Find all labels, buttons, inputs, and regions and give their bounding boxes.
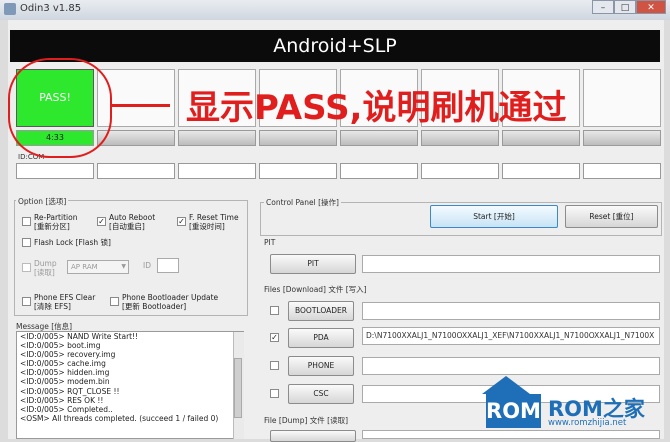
auto-reboot-label: Auto Reboot bbox=[109, 213, 156, 222]
flash-lock-checkbox[interactable] bbox=[22, 238, 31, 247]
start-button[interactable]: Start [开始] bbox=[430, 205, 558, 228]
pit-button[interactable]: PIT bbox=[270, 254, 356, 274]
csc-checkbox[interactable] bbox=[270, 389, 279, 398]
progress-bar-8 bbox=[583, 130, 661, 146]
maximize-button[interactable]: □ bbox=[614, 0, 636, 14]
f-reset-time-label: F. Reset Time bbox=[189, 213, 239, 222]
dump-id-label: ID bbox=[143, 261, 151, 270]
phone-efs-clear-label: Phone EFS Clear bbox=[34, 293, 96, 302]
annotation-line bbox=[112, 104, 170, 107]
reset-button[interactable]: Reset [重位] bbox=[565, 205, 658, 228]
log-line: <ID:0/005> RES OK !! bbox=[20, 395, 104, 405]
progress-bar-4 bbox=[259, 130, 337, 146]
pda-path-field[interactable]: D:\N7100XXALJ1_N7100OXXALJ1_XEF\N7100XXA… bbox=[362, 327, 660, 345]
pit-path-field[interactable] bbox=[362, 255, 660, 273]
auto-reboot-checkbox[interactable]: ✓ bbox=[97, 217, 106, 226]
idcom-box-8 bbox=[583, 163, 661, 179]
log-line: <ID:0/005> modem.bin bbox=[20, 377, 110, 387]
close-button[interactable]: ✕ bbox=[636, 0, 666, 14]
log-line: <OSM> All threads completed. (succeed 1 … bbox=[20, 413, 219, 423]
idcom-box-1 bbox=[16, 163, 94, 179]
log-line: <ID:0/005> RQT_CLOSE !! bbox=[20, 386, 120, 396]
control-panel-title: Control Panel [操作] bbox=[264, 197, 341, 208]
f-reset-time-label-cn: [重设时间] bbox=[189, 222, 225, 231]
idcom-box-4 bbox=[259, 163, 337, 179]
watermark-house-icon bbox=[482, 376, 530, 394]
log-line: <ID:0/005> recovery.img bbox=[20, 350, 116, 360]
idcom-box-7 bbox=[502, 163, 580, 179]
progress-bar-3 bbox=[178, 130, 256, 146]
flash-lock-label: Flash Lock [Flash 锁] bbox=[34, 238, 111, 247]
phone-path-field[interactable] bbox=[362, 357, 660, 375]
app-icon bbox=[4, 3, 16, 15]
pda-checkbox[interactable]: ✓ bbox=[270, 333, 279, 342]
repartition-label: Re-Partition bbox=[34, 213, 78, 222]
minimize-button[interactable]: – bbox=[592, 0, 614, 14]
f-reset-time-checkbox[interactable]: ✓ bbox=[177, 217, 186, 226]
bootloader-checkbox[interactable] bbox=[270, 306, 279, 315]
annotation-circle bbox=[8, 58, 112, 158]
files-title: Files [Download] 文件 [写入] bbox=[264, 285, 367, 294]
pit-title: PIT bbox=[264, 238, 276, 247]
auto-reboot-label-cn: [自动重启] bbox=[109, 222, 145, 231]
model-banner: Android+SLP bbox=[10, 30, 660, 62]
log-line: <ID:0/005> NAND Write Start!! bbox=[20, 332, 139, 341]
log-line: <ID:0/005> hidden.img bbox=[20, 368, 110, 378]
idcom-box-2 bbox=[97, 163, 175, 179]
chevron-down-icon: ▼ bbox=[121, 263, 126, 270]
idcom-box-6 bbox=[421, 163, 499, 179]
progress-bar-5 bbox=[340, 130, 418, 146]
title-bar bbox=[0, 0, 670, 20]
watermark-url: www.romzhijia.net bbox=[548, 418, 627, 428]
repartition-checkbox[interactable] bbox=[22, 217, 31, 226]
message-log: <ID:0/005> NAND Write Start!! <ID:0/005>… bbox=[16, 331, 244, 439]
window-title: Odin3 v1.85 bbox=[20, 3, 82, 14]
option-title: Option [选项] bbox=[16, 196, 69, 207]
dump-label-cn: [读取] bbox=[34, 268, 55, 277]
port-slot-8 bbox=[583, 69, 661, 127]
phone-bootloader-update-checkbox[interactable] bbox=[110, 297, 119, 306]
progress-bar-7 bbox=[502, 130, 580, 146]
repartition-label-cn: [重新分区] bbox=[34, 222, 70, 231]
phone-efs-clear-checkbox[interactable] bbox=[22, 297, 31, 306]
idcom-box-3 bbox=[178, 163, 256, 179]
log-line: <ID:0/005> cache.img bbox=[20, 359, 106, 369]
phone-bootloader-update-label-cn: [更新 Bootloader] bbox=[122, 302, 187, 311]
bootloader-button[interactable]: BOOTLOADER bbox=[288, 301, 354, 321]
dump-target-select[interactable]: AP RAM ▼ bbox=[67, 260, 129, 274]
phone-bootloader-update-label: Phone Bootloader Update bbox=[122, 293, 219, 302]
dump-label: Dump bbox=[34, 259, 57, 268]
watermark-logo: ROM bbox=[486, 394, 541, 428]
bootloader-path-field[interactable] bbox=[362, 302, 660, 320]
file-dump-title: File [Dump] 文件 [读取] bbox=[264, 416, 349, 425]
dump-path-field[interactable] bbox=[362, 430, 660, 439]
pda-button[interactable]: PDA bbox=[288, 328, 354, 348]
log-line: <ID:0/005> boot.img bbox=[20, 341, 101, 351]
dump-file-button[interactable] bbox=[270, 430, 356, 442]
phone-efs-clear-label-cn: [清除 EFS] bbox=[34, 302, 71, 311]
dump-id-input[interactable] bbox=[157, 258, 179, 273]
message-scrollbar-thumb[interactable] bbox=[234, 358, 242, 418]
phone-checkbox[interactable] bbox=[270, 361, 279, 370]
annotation-text: 显示PASS,说明刷机通过 bbox=[186, 88, 567, 128]
dump-target-value: AP RAM bbox=[71, 263, 98, 271]
progress-bar-6 bbox=[421, 130, 499, 146]
phone-button[interactable]: PHONE bbox=[288, 356, 354, 376]
log-line: <ID:0/005> Completed.. bbox=[20, 404, 113, 414]
csc-button[interactable]: CSC bbox=[288, 384, 354, 404]
idcom-box-5 bbox=[340, 163, 418, 179]
dump-checkbox[interactable] bbox=[22, 263, 31, 272]
